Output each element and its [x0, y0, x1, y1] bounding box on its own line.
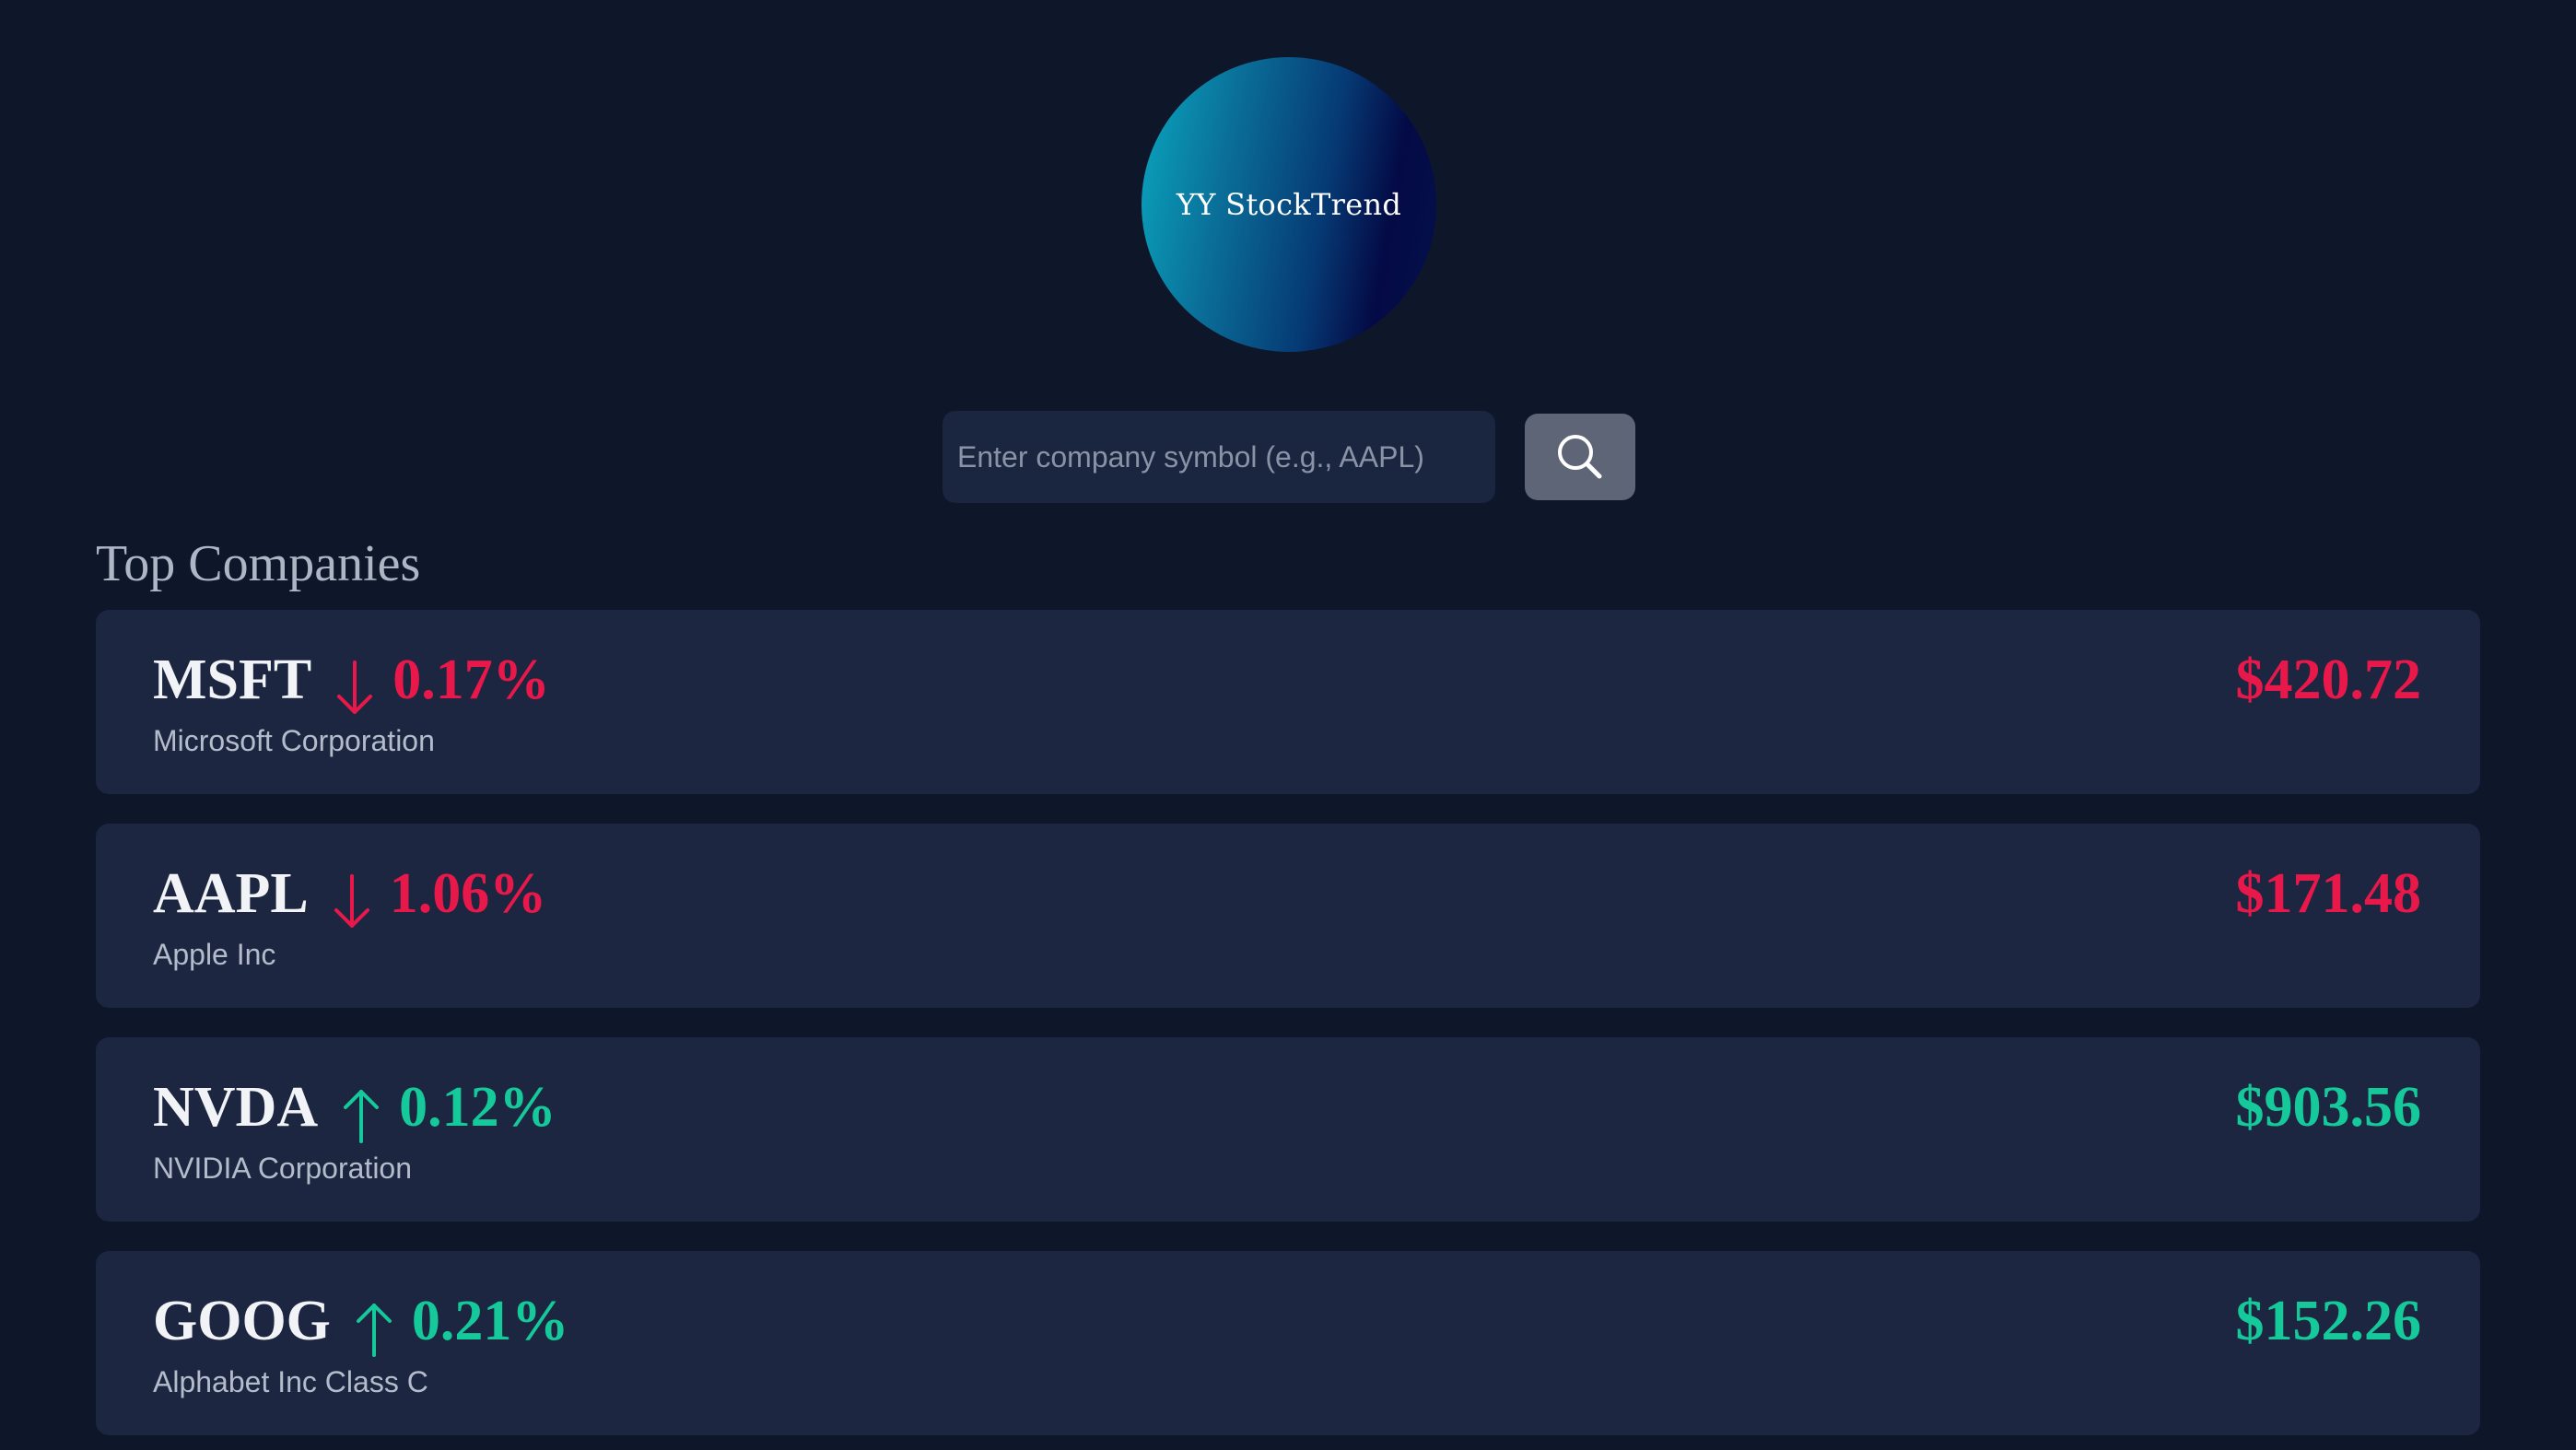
company-card-header: GOOG 0.21%	[153, 1284, 568, 1358]
company-name: Alphabet Inc Class C	[153, 1365, 428, 1398]
percent-change: 0.12%	[399, 1076, 556, 1139]
company-name: NVIDIA Corporation	[153, 1152, 413, 1185]
company-price: $903.56	[2235, 1076, 2422, 1139]
logo-text: YY StockTrend	[1176, 187, 1402, 222]
company-card[interactable]: MSFT 0.17% Microsoft Corporation $420.72	[96, 610, 2480, 794]
company-price: $152.26	[2235, 1290, 2422, 1352]
company-price: $420.72	[2235, 649, 2422, 711]
company-symbol: AAPL	[153, 862, 309, 925]
company-card-header: AAPL 1.06%	[153, 857, 546, 930]
company-card-header: MSFT 0.17%	[153, 643, 550, 717]
search-icon	[1558, 435, 1602, 479]
company-name: Microsoft Corporation	[153, 724, 435, 757]
company-card[interactable]: GOOG 0.21% Alphabet Inc Class C $152.26	[96, 1251, 2480, 1435]
company-symbol: GOOG	[153, 1290, 331, 1352]
arrow-down-icon	[337, 661, 373, 714]
arrow-down-icon	[334, 874, 369, 928]
company-price: $171.48	[2235, 862, 2422, 925]
percent-change: 0.17%	[392, 649, 550, 711]
company-symbol: MSFT	[153, 649, 312, 711]
company-card[interactable]: NVDA 0.12% NVIDIA Corporation $903.56	[96, 1037, 2480, 1222]
company-card-header: NVDA 0.12%	[153, 1070, 556, 1144]
company-symbol: NVDA	[153, 1076, 319, 1139]
search-input[interactable]	[943, 411, 1495, 503]
company-list: MSFT 0.17% Microsoft Corporation $420.72…	[96, 610, 2480, 1450]
percent-change: 1.06%	[389, 862, 547, 925]
arrow-up-icon	[344, 1090, 380, 1143]
section-title: Top Companies	[96, 535, 421, 592]
arrow-up-icon	[356, 1304, 392, 1357]
company-card[interactable]: AAPL 1.06% Apple Inc $171.48	[96, 824, 2480, 1008]
company-name: Apple Inc	[153, 938, 276, 971]
search-button[interactable]	[1525, 414, 1635, 500]
percent-change: 0.21%	[411, 1290, 569, 1352]
logo: YY StockTrend	[1142, 57, 1436, 352]
